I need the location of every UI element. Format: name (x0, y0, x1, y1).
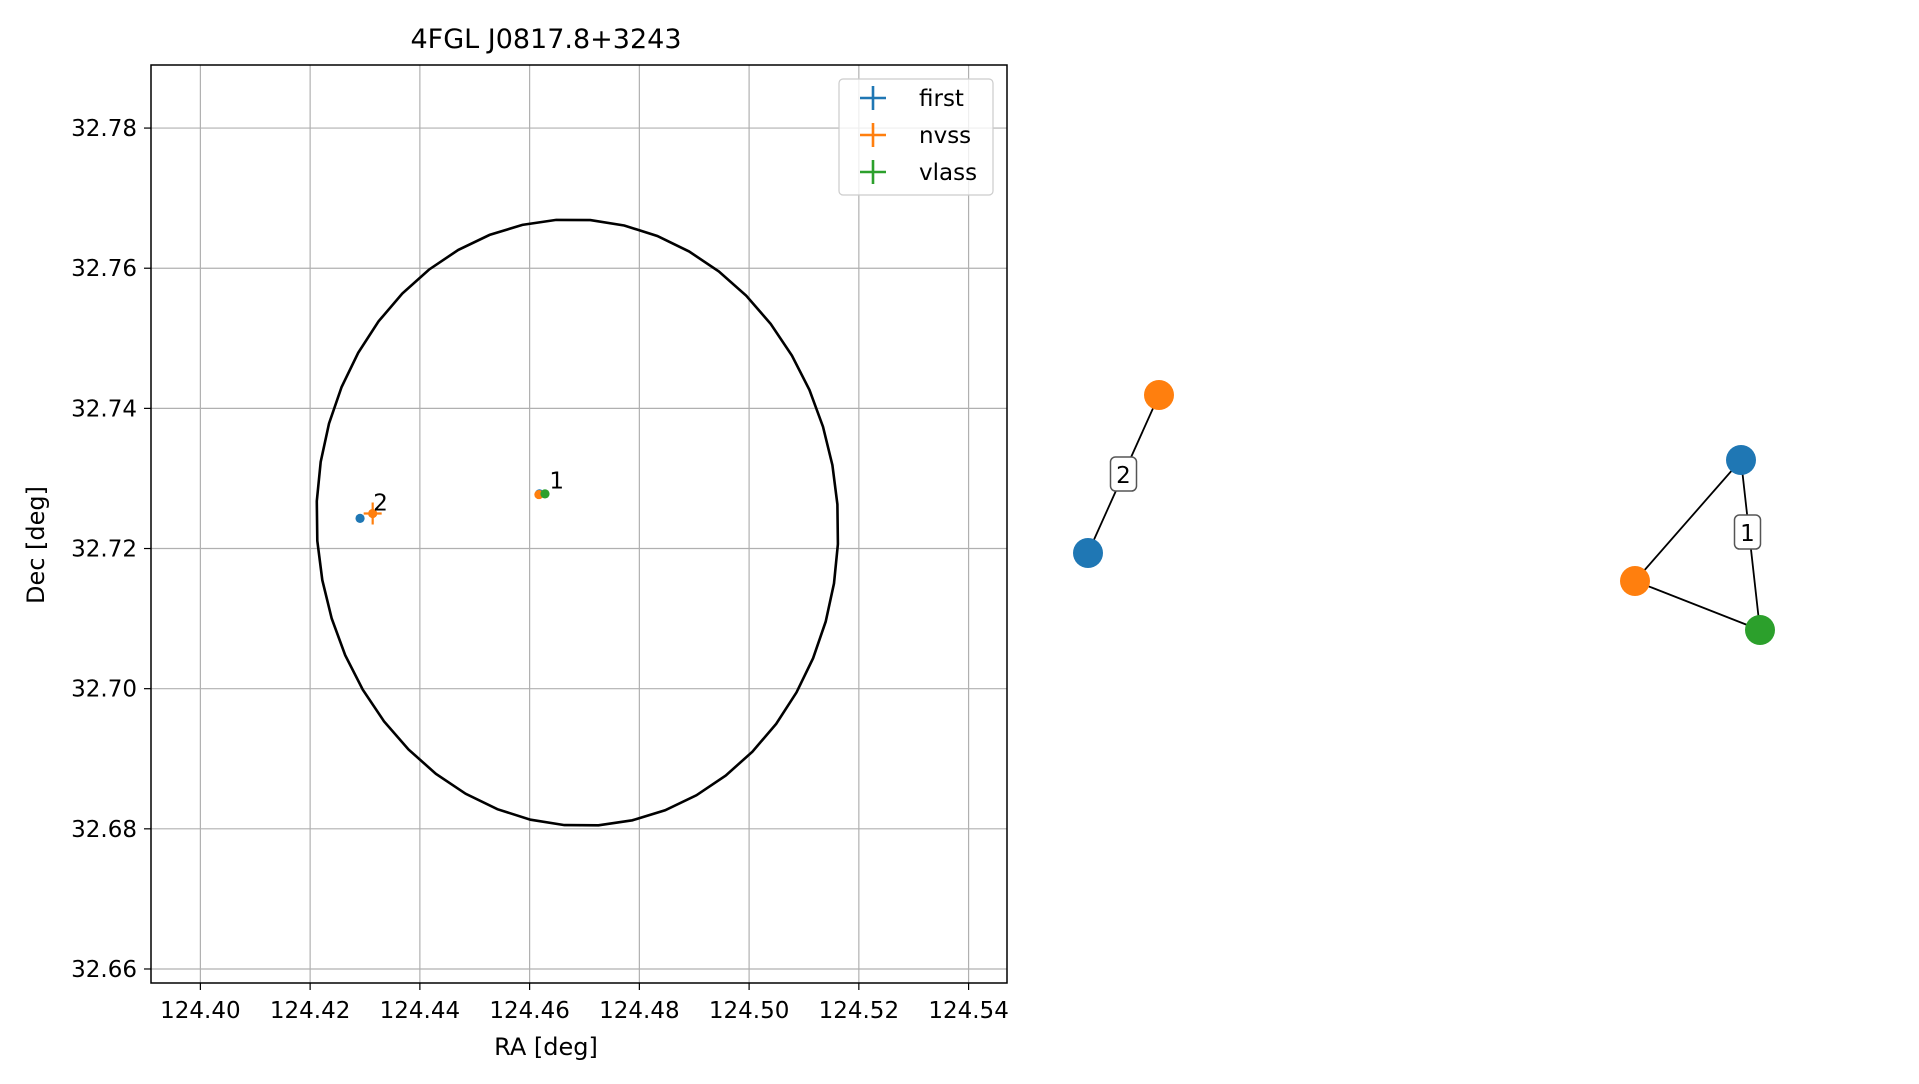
graph-node-vlass (1745, 615, 1775, 645)
legend-label-nvss: nvss (919, 123, 971, 149)
graph-edge (1634, 459, 1742, 582)
localization-ellipse-layer (315, 218, 840, 827)
x-tick-label: 124.44 (380, 998, 460, 1024)
match-graphs: 21 (1073, 380, 1775, 645)
point-first (355, 513, 365, 523)
graph-node-first (1726, 445, 1756, 475)
y-tick-label: 32.70 (71, 677, 137, 703)
y-tick-label: 32.68 (71, 817, 137, 843)
y-tick-label: 32.72 (71, 537, 137, 563)
x-tick-label: 124.40 (160, 998, 240, 1024)
y-tick-label: 32.76 (71, 256, 137, 282)
y-tick-label: 32.78 (71, 116, 137, 142)
legend: first nvss vlass (838, 78, 994, 196)
graph-label: 1 (1740, 521, 1755, 547)
x-tick-label: 124.46 (489, 998, 569, 1024)
legend-label-vlass: vlass (919, 160, 977, 186)
figure: 12 124.40 124.42 124.44 124.46 124.48 124.50 1… (0, 0, 1919, 1080)
match-graph: 2 (1073, 380, 1174, 568)
x-tick-label: 124.54 (928, 998, 1008, 1024)
y-tick-label: 32.74 (71, 396, 137, 422)
graph-edge (1634, 580, 1761, 631)
y-axis-label: Dec [deg] (22, 486, 50, 604)
point-annotation: 2 (373, 491, 388, 517)
axis-ticks: 124.40 124.42 124.44 124.46 124.48 124.50 124.… (71, 116, 1009, 1024)
graph-node-first (1073, 538, 1103, 568)
x-tick-label: 124.48 (599, 998, 679, 1024)
x-tick-label: 124.52 (819, 998, 899, 1024)
x-axis-label: RA [deg] (494, 1033, 598, 1061)
chart-canvas: 12 124.40 124.42 124.44 124.46 124.48 124.50 1… (22, 24, 1775, 1061)
grid-lines (151, 65, 1007, 983)
chart-title: 4FGL J0817.8+3243 (410, 24, 681, 55)
localization-ellipse (315, 218, 840, 827)
match-graph: 1 (1620, 445, 1775, 645)
graph-node-nvss (1144, 380, 1174, 410)
x-tick-label: 124.42 (270, 998, 350, 1024)
y-tick-label: 32.66 (71, 957, 137, 983)
x-tick-label: 124.50 (709, 998, 789, 1024)
legend-label-first: first (919, 86, 964, 112)
axes-frame (150, 64, 1008, 984)
point-annotation: 1 (549, 468, 564, 494)
graph-node-nvss (1620, 566, 1650, 596)
point-vlass (540, 489, 550, 499)
graph-label: 2 (1116, 463, 1131, 489)
